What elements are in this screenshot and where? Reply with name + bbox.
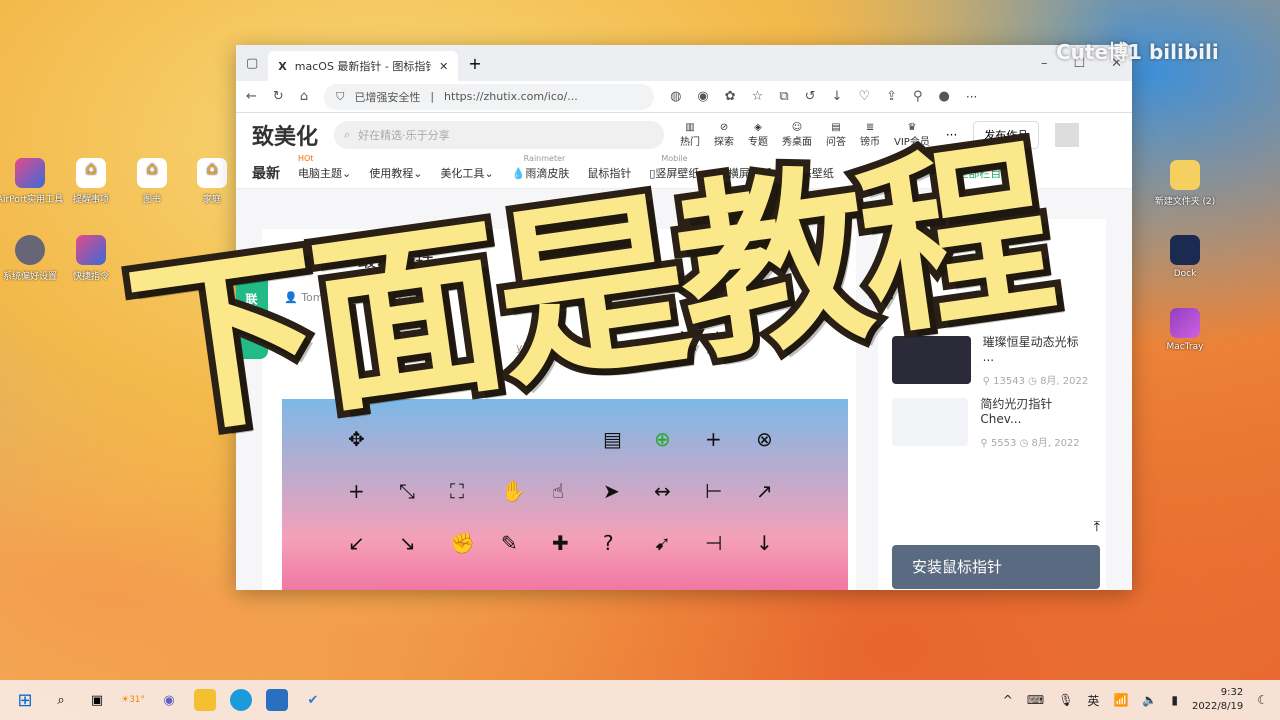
minimize-button[interactable]: – (1041, 56, 1048, 71)
close-tab-icon[interactable]: ✕ (439, 60, 448, 73)
microphone-icon[interactable]: 🎙 (1058, 693, 1073, 707)
address-input[interactable]: ⛉ 已增强安全性 | https://zhutix.com/ico/... (324, 83, 655, 110)
battery-icon[interactable]: ▮ (1171, 693, 1178, 707)
extension-icon[interactable]: ◍ (670, 89, 681, 104)
chat-icon[interactable]: ◉ (158, 689, 180, 711)
new-tab-button[interactable]: + (468, 54, 481, 73)
list-item[interactable]: 简约光刃指针 Chev... ⚲ 5553 ◷ 8月, 2022 (878, 391, 1106, 453)
refresh-icon[interactable]: ↻ (273, 89, 284, 104)
collections-icon[interactable]: ⧉ (779, 89, 788, 104)
back-icon[interactable]: ← (246, 89, 257, 104)
site-favicon: X (278, 59, 287, 73)
extension-icon[interactable]: ◉ (697, 89, 708, 104)
tab-actions-icon[interactable]: ▢ (246, 56, 258, 71)
search-icon[interactable]: ⌕ (50, 689, 72, 711)
install-cursor-banner-label: 安装鼠标指针 (912, 558, 1003, 576)
desktop-icon-reminders[interactable]: ⌂ 提醒事项 (56, 158, 126, 205)
home-icon[interactable]: ⌂ (300, 89, 308, 104)
desktop-icon-dock[interactable]: Dock (1150, 235, 1220, 279)
keyboard-icon[interactable]: ⌨ (1027, 693, 1044, 707)
desktop-icon-new-folder[interactable]: 新建文件夹 (2) (1150, 160, 1220, 207)
back-to-top-icon[interactable]: ⤒ (1094, 519, 1100, 535)
weather-widget[interactable]: ☀ 31° (121, 689, 145, 711)
clock[interactable]: 9:32 2022/8/19 (1192, 686, 1243, 714)
file-explorer-icon[interactable] (194, 689, 216, 711)
search-icon: ⌕ (344, 128, 351, 141)
favorites-icon[interactable]: ☆ (752, 89, 764, 104)
volume-icon[interactable]: 🔈 (1142, 693, 1157, 707)
desktop-icon-shortcuts[interactable]: 快捷指令 (56, 235, 126, 282)
tab-active[interactable]: XmacOS 最新指针 - 图标指针 - 致✕ (268, 51, 459, 81)
ime-indicator[interactable]: 英 (1087, 692, 1099, 709)
task-view-icon[interactable]: ▣ (86, 689, 108, 711)
user-avatar[interactable] (1055, 123, 1080, 147)
todo-icon[interactable]: ✔ (302, 689, 324, 711)
edge-icon[interactable] (230, 689, 252, 711)
tab-bar: ▢ XmacOS 最新指针 - 图标指针 - 致✕ + – ☐ ✕ (236, 45, 1132, 81)
watermark-brand: bilibili (1148, 40, 1219, 64)
start-icon[interactable]: ⊞ (14, 689, 36, 711)
shield-icon: ⛉ (336, 89, 345, 103)
history-icon[interactable]: ↺ (805, 89, 816, 104)
item-thumbnail (892, 398, 969, 446)
chevron-up-icon[interactable]: ^ (1003, 693, 1013, 707)
taskbar: ⊞ ⌕ ▣ ☀ 31° ◉ ✔ ^ ⌨ 🎙 英 📶 🔈 ▮ 9:32 2022/8/… (0, 680, 1280, 720)
desktop-icon-mactray[interactable]: MacTray (1150, 308, 1220, 352)
system-tray: ^ ⌨ 🎙 英 📶 🔈 ▮ 9:32 2022/8/19 ☾ (1003, 680, 1268, 720)
store-icon[interactable] (266, 689, 288, 711)
install-cursor-banner[interactable]: 安装鼠标指针 (892, 545, 1100, 589)
site-logo[interactable]: 致美化 (252, 119, 318, 151)
focus-moon-icon[interactable]: ☾ (1257, 693, 1268, 707)
watermark-uploader: Cute博1 (1056, 40, 1142, 64)
watermark: Cute博1 bilibili (1056, 36, 1219, 65)
extension-icon[interactable]: ✿ (725, 89, 736, 104)
wifi-icon[interactable]: 📶 (1113, 693, 1128, 707)
